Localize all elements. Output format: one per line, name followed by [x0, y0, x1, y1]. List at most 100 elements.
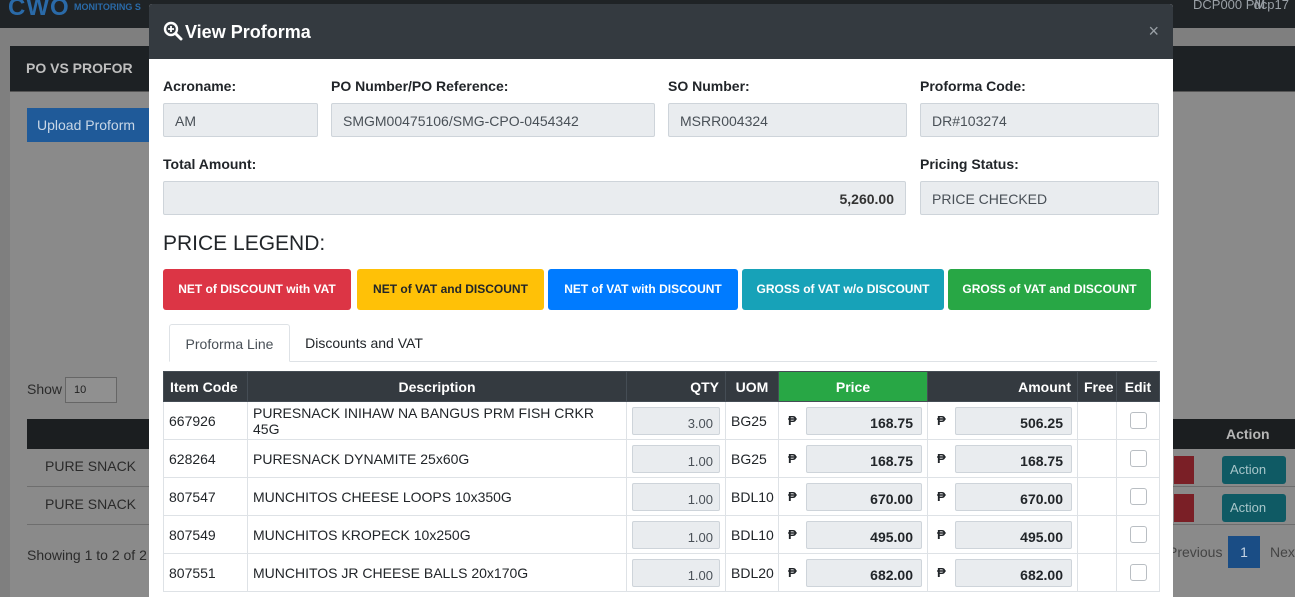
pagination-previous[interactable]: Previous — [1168, 544, 1222, 560]
description-cell: MUNCHITOS JR CHEESE BALLS 20x170G — [247, 553, 627, 592]
proforma-code-label: Proforma Code: — [920, 78, 1026, 94]
user-menu[interactable]: dcp17 — [1254, 0, 1289, 12]
amount-field[interactable]: 682.00 — [955, 558, 1072, 587]
acroname-field[interactable]: AM — [163, 103, 318, 137]
zoom-search-icon — [163, 21, 183, 41]
proforma-line-table: Item Code Description QTY UOM Price Amou… — [163, 371, 1160, 592]
acroname-label: Acroname: — [163, 78, 237, 94]
peso-symbol: ₱ — [788, 413, 797, 428]
pagination-page-1[interactable]: 1 — [1228, 536, 1260, 568]
app-logo[interactable]: CWO — [8, 0, 70, 22]
free-cell — [1077, 401, 1117, 440]
price-field[interactable]: 168.75 — [806, 406, 922, 435]
pagination-next[interactable]: Nex — [1270, 544, 1295, 560]
proforma-tabs: Proforma Line Discounts and VAT — [169, 324, 1157, 362]
peso-symbol: ₱ — [788, 451, 797, 466]
showing-info: Showing 1 to 2 of 2 — [27, 547, 147, 563]
edit-cell — [1116, 401, 1160, 440]
qty-cell: 1.00 — [626, 439, 726, 478]
peso-symbol: ₱ — [937, 527, 946, 542]
qty-cell: 3.00 — [626, 401, 726, 440]
col-edit[interactable]: Edit — [1116, 371, 1160, 402]
free-cell — [1077, 439, 1117, 478]
upload-proforma-button[interactable]: Upload Proform — [27, 108, 157, 142]
po-number-label: PO Number/PO Reference: — [331, 78, 509, 94]
app-logo-subtitle: MONITORING S — [74, 2, 141, 12]
col-amount[interactable]: Amount — [927, 371, 1078, 402]
legend-gross-vat-without-discount: GROSS of VAT w/o DISCOUNT — [742, 269, 944, 310]
qty-field[interactable]: 1.00 — [632, 482, 720, 511]
entries-select[interactable]: 10 — [65, 377, 117, 403]
edit-cell — [1116, 515, 1160, 554]
action-dropdown-button[interactable]: Action — [1222, 456, 1286, 484]
edit-checkbox[interactable] — [1129, 412, 1147, 429]
qty-field[interactable]: 1.00 — [632, 520, 720, 549]
peso-symbol: ₱ — [937, 565, 946, 580]
table-row: 807551 MUNCHITOS JR CHEESE BALLS 20x170G… — [163, 553, 1160, 592]
amount-field[interactable]: 506.25 — [955, 406, 1072, 435]
po-number-field[interactable]: SMGM00475106/SMG-CPO-0454342 — [331, 103, 655, 137]
peso-symbol: ₱ — [788, 489, 797, 504]
price-field[interactable]: 670.00 — [806, 482, 922, 511]
description-cell: MUNCHITOS KROPECK 10x250G — [247, 515, 627, 554]
uom-cell: BDL20 — [725, 553, 779, 592]
uom-cell: BG25 — [725, 439, 779, 478]
peso-symbol: ₱ — [937, 489, 946, 504]
amount-cell: ₱ 670.00 — [927, 477, 1078, 516]
price-cell: ₱ 168.75 — [778, 401, 928, 440]
proforma-code-field[interactable]: DR#103274 — [920, 103, 1159, 137]
background-row-text: PURE SNACK — [45, 496, 137, 512]
table-row: 807547 MUNCHITOS CHEESE LOOPS 10x350G 1.… — [163, 477, 1160, 516]
description-cell: PURESNACK DYNAMITE 25x60G — [247, 439, 627, 478]
col-price[interactable]: Price — [778, 371, 928, 402]
col-item-code[interactable]: Item Code — [163, 371, 248, 402]
free-cell — [1077, 553, 1117, 592]
total-amount-field[interactable]: 5,260.00 — [163, 181, 906, 215]
edit-checkbox[interactable] — [1129, 526, 1147, 543]
amount-field[interactable]: 495.00 — [955, 520, 1072, 549]
show-entries-label: Show — [27, 381, 63, 397]
amount-field[interactable]: 670.00 — [955, 482, 1072, 511]
price-field[interactable]: 495.00 — [806, 520, 922, 549]
item-code-cell: 628264 — [163, 439, 248, 478]
price-cell: ₱ 168.75 — [778, 439, 928, 478]
col-description[interactable]: Description — [247, 371, 627, 402]
tab-proforma-line[interactable]: Proforma Line — [169, 324, 290, 362]
action-dropdown-button[interactable]: Action — [1222, 494, 1286, 522]
background-card-title: PO VS PROFOR — [26, 60, 133, 76]
background-status-button[interactable] — [1174, 494, 1194, 522]
price-field[interactable]: 682.00 — [806, 558, 922, 587]
qty-field[interactable]: 1.00 — [632, 444, 720, 473]
amount-cell: ₱ 682.00 — [927, 553, 1078, 592]
peso-symbol: ₱ — [937, 451, 946, 466]
so-number-label: SO Number: — [668, 78, 750, 94]
total-amount-label: Total Amount: — [163, 156, 257, 172]
pricing-status-field[interactable]: PRICE CHECKED — [920, 181, 1159, 215]
price-field[interactable]: 168.75 — [806, 444, 922, 473]
price-cell: ₱ 670.00 — [778, 477, 928, 516]
qty-field[interactable]: 1.00 — [632, 558, 720, 587]
description-cell: PURESNACK INIHAW NA BANGUS PRM FISH CRKR… — [247, 401, 627, 440]
background-status-button[interactable] — [1174, 456, 1194, 484]
peso-symbol: ₱ — [788, 527, 797, 542]
uom-cell: BDL10 — [725, 515, 779, 554]
peso-symbol: ₱ — [788, 565, 797, 580]
amount-field[interactable]: 168.75 — [955, 444, 1072, 473]
qty-field[interactable]: 3.00 — [632, 406, 720, 435]
col-free[interactable]: Free — [1077, 371, 1117, 402]
price-cell: ₱ 495.00 — [778, 515, 928, 554]
col-qty[interactable]: QTY — [626, 371, 726, 402]
edit-checkbox[interactable] — [1129, 488, 1147, 505]
col-uom[interactable]: UOM — [725, 371, 779, 402]
so-number-field[interactable]: MSRR004324 — [668, 103, 907, 137]
edit-checkbox[interactable] — [1129, 564, 1147, 581]
background-row-text: PURE SNACK — [45, 458, 137, 474]
qty-cell: 1.00 — [626, 515, 726, 554]
legend-net-discount-with-vat: NET of DISCOUNT with VAT — [163, 269, 351, 310]
modal-title: View Proforma — [185, 22, 311, 42]
amount-cell: ₱ 168.75 — [927, 439, 1078, 478]
view-proforma-modal: View Proforma × Acroname: AM PO Number/P… — [149, 4, 1173, 597]
close-icon[interactable]: × — [1148, 21, 1159, 42]
edit-checkbox[interactable] — [1129, 450, 1147, 467]
tab-discounts-and-vat[interactable]: Discounts and VAT — [293, 324, 435, 362]
